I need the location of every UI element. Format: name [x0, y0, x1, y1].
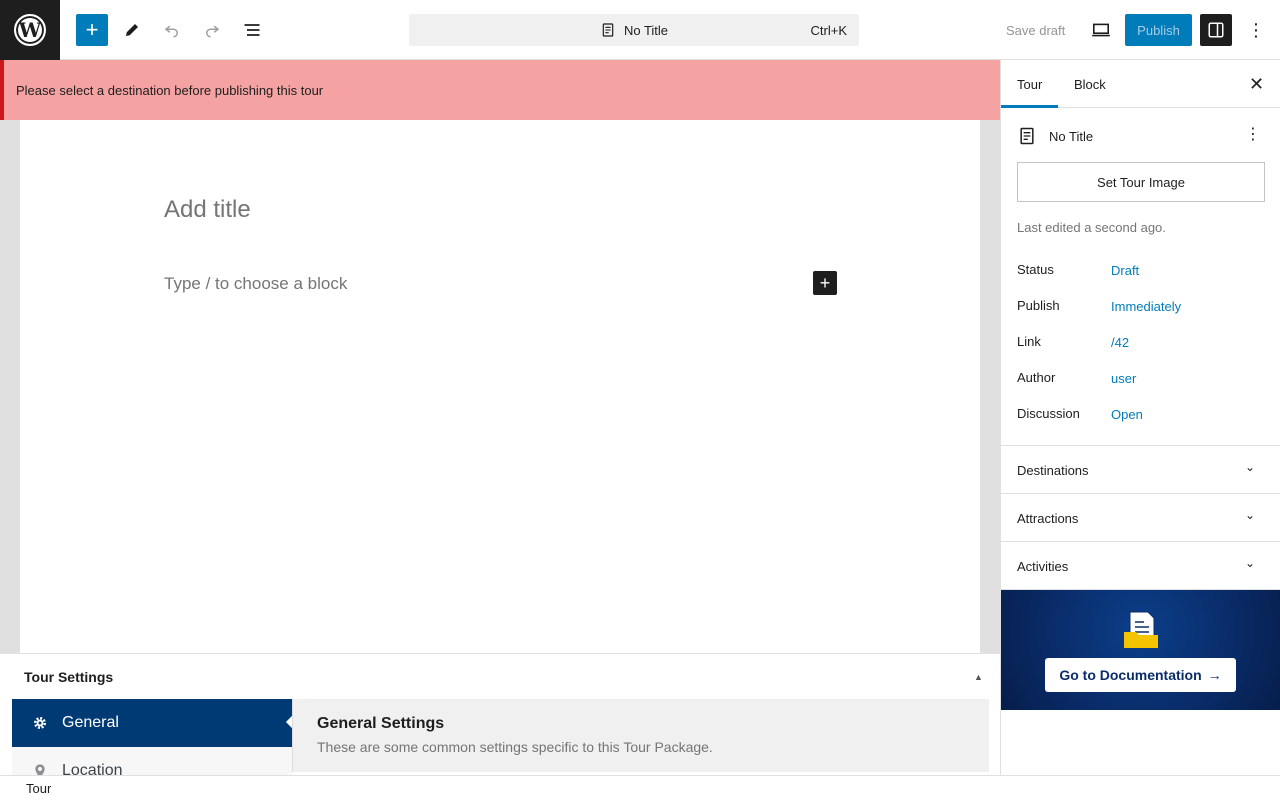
- meta-label: Discussion: [1017, 406, 1080, 421]
- breadcrumb-item[interactable]: Tour: [26, 781, 51, 796]
- section-title: General Settings: [317, 715, 445, 732]
- panel-label: Attractions: [1017, 511, 1079, 526]
- panel-label: Activities: [1017, 559, 1069, 574]
- status-value-button[interactable]: Draft: [1111, 263, 1139, 278]
- plus-icon: +: [819, 273, 831, 293]
- panel-label: Destinations: [1017, 463, 1089, 478]
- pencil-icon: [126, 24, 138, 36]
- vertical-ellipsis-icon: ⋮: [1247, 19, 1265, 40]
- meta-label: Publish: [1017, 298, 1060, 313]
- discussion-value-button[interactable]: Open: [1111, 407, 1143, 422]
- sidebar-tabs: Tour Block ✕: [1001, 60, 1280, 108]
- settings-sidebar: Tour Block ✕ No Title ⋮ Set Tour Image L…: [1000, 60, 1280, 775]
- close-icon: ✕: [1249, 74, 1265, 94]
- tour-settings-tab-general[interactable]: General: [12, 699, 292, 747]
- sidebar-icon: [1208, 22, 1224, 38]
- chevron-down-icon: ⌄: [1245, 508, 1256, 522]
- arrow-right-icon: →: [1207, 667, 1222, 683]
- wordpress-logo-icon: W: [14, 14, 46, 46]
- tab-block[interactable]: Block: [1074, 77, 1106, 92]
- undo-icon: [164, 25, 178, 38]
- tour-settings-nav: General Location: [12, 699, 292, 776]
- last-edited-text: Last edited a second ago.: [1017, 220, 1166, 235]
- publish-date-button[interactable]: Immediately: [1111, 299, 1181, 314]
- list-view-icon: [244, 24, 260, 36]
- tour-settings-tab-location[interactable]: Location: [12, 747, 292, 776]
- tab-label: General: [62, 714, 119, 731]
- tab-label: Location: [62, 762, 123, 776]
- document-card: No Title: [1017, 126, 1093, 146]
- close-sidebar-button[interactable]: ✕: [1249, 74, 1264, 95]
- command-title: No Title: [623, 22, 669, 38]
- chevron-down-icon: ⌄: [1245, 460, 1256, 474]
- link-value-button[interactable]: /42: [1111, 335, 1129, 350]
- panel-destinations[interactable]: Destinations ⌄: [1001, 446, 1280, 494]
- notice-text: Please select a destination before publi…: [16, 82, 324, 98]
- wordpress-logo-button[interactable]: W: [0, 0, 60, 60]
- options-menu-button[interactable]: ⋮: [1240, 14, 1272, 46]
- document-overview-button[interactable]: [236, 14, 268, 46]
- author-value-button[interactable]: user: [1111, 371, 1136, 386]
- collapse-panel-button[interactable]: ▲: [974, 672, 983, 682]
- chevron-down-icon: ⌄: [1245, 556, 1256, 570]
- documentation-banner: Go to Documentation →: [1001, 590, 1280, 710]
- inline-block-inserter-button[interactable]: +: [813, 271, 837, 295]
- gear-icon: [34, 717, 46, 729]
- undo-button[interactable]: [156, 14, 188, 46]
- preview-button[interactable]: [1085, 14, 1117, 46]
- desktop-icon: [1092, 23, 1110, 37]
- save-draft-button[interactable]: Save draft: [1006, 23, 1065, 38]
- vertical-ellipsis-icon: ⋮: [1245, 126, 1261, 143]
- section-description: These are some common settings specific …: [317, 739, 713, 755]
- panel-attractions[interactable]: Attractions ⌄: [1001, 494, 1280, 542]
- command-shortcut: Ctrl+K: [810, 23, 847, 38]
- settings-sidebar-toggle[interactable]: [1200, 14, 1232, 46]
- publish-button[interactable]: Publish: [1125, 14, 1192, 46]
- button-label: Go to Documentation: [1059, 667, 1202, 683]
- editor-footer: Tour: [0, 775, 1280, 800]
- editor-canvas-area: Add title Type / to choose a block +: [0, 120, 1000, 653]
- tour-settings-content: General Settings These are some common s…: [292, 699, 989, 772]
- document-title: No Title: [1049, 128, 1094, 144]
- editor-canvas: Add title Type / to choose a block +: [20, 120, 980, 653]
- block-inserter-button[interactable]: +: [76, 14, 108, 46]
- tour-settings-title: Tour Settings: [24, 669, 114, 685]
- redo-icon: [206, 25, 220, 38]
- document-icon: [1020, 127, 1034, 145]
- meta-label: Author: [1017, 370, 1056, 385]
- triangle-up-icon: ▲: [974, 672, 983, 682]
- command-palette-bar[interactable]: No Title Ctrl+K: [409, 14, 859, 46]
- document-icon: [602, 23, 614, 37]
- go-to-documentation-button[interactable]: Go to Documentation →: [1045, 658, 1236, 692]
- document-actions-button[interactable]: ⋮: [1245, 124, 1261, 144]
- plus-icon: +: [85, 17, 99, 42]
- error-notice: Please select a destination before publi…: [0, 60, 1000, 120]
- post-title-input[interactable]: Add title: [164, 196, 251, 224]
- tools-button[interactable]: [116, 14, 148, 46]
- redo-button[interactable]: [196, 14, 228, 46]
- post-summary: No Title ⋮ Set Tour Image Last edited a …: [1001, 108, 1280, 446]
- meta-label: Link: [1017, 334, 1041, 349]
- tour-settings-panel: Tour Settings ▲ General Location General…: [0, 653, 1000, 776]
- top-toolbar: W + No Title Ctrl+K Save draft Publish ⋮: [0, 0, 1280, 60]
- folder-document-icon: [1124, 611, 1158, 648]
- set-tour-image-button[interactable]: Set Tour Image: [1017, 162, 1265, 202]
- tab-tour[interactable]: Tour: [1017, 77, 1042, 92]
- panel-activities[interactable]: Activities ⌄: [1001, 542, 1280, 590]
- meta-label: Status: [1017, 262, 1054, 277]
- default-block-appender[interactable]: Type / to choose a block: [164, 274, 347, 294]
